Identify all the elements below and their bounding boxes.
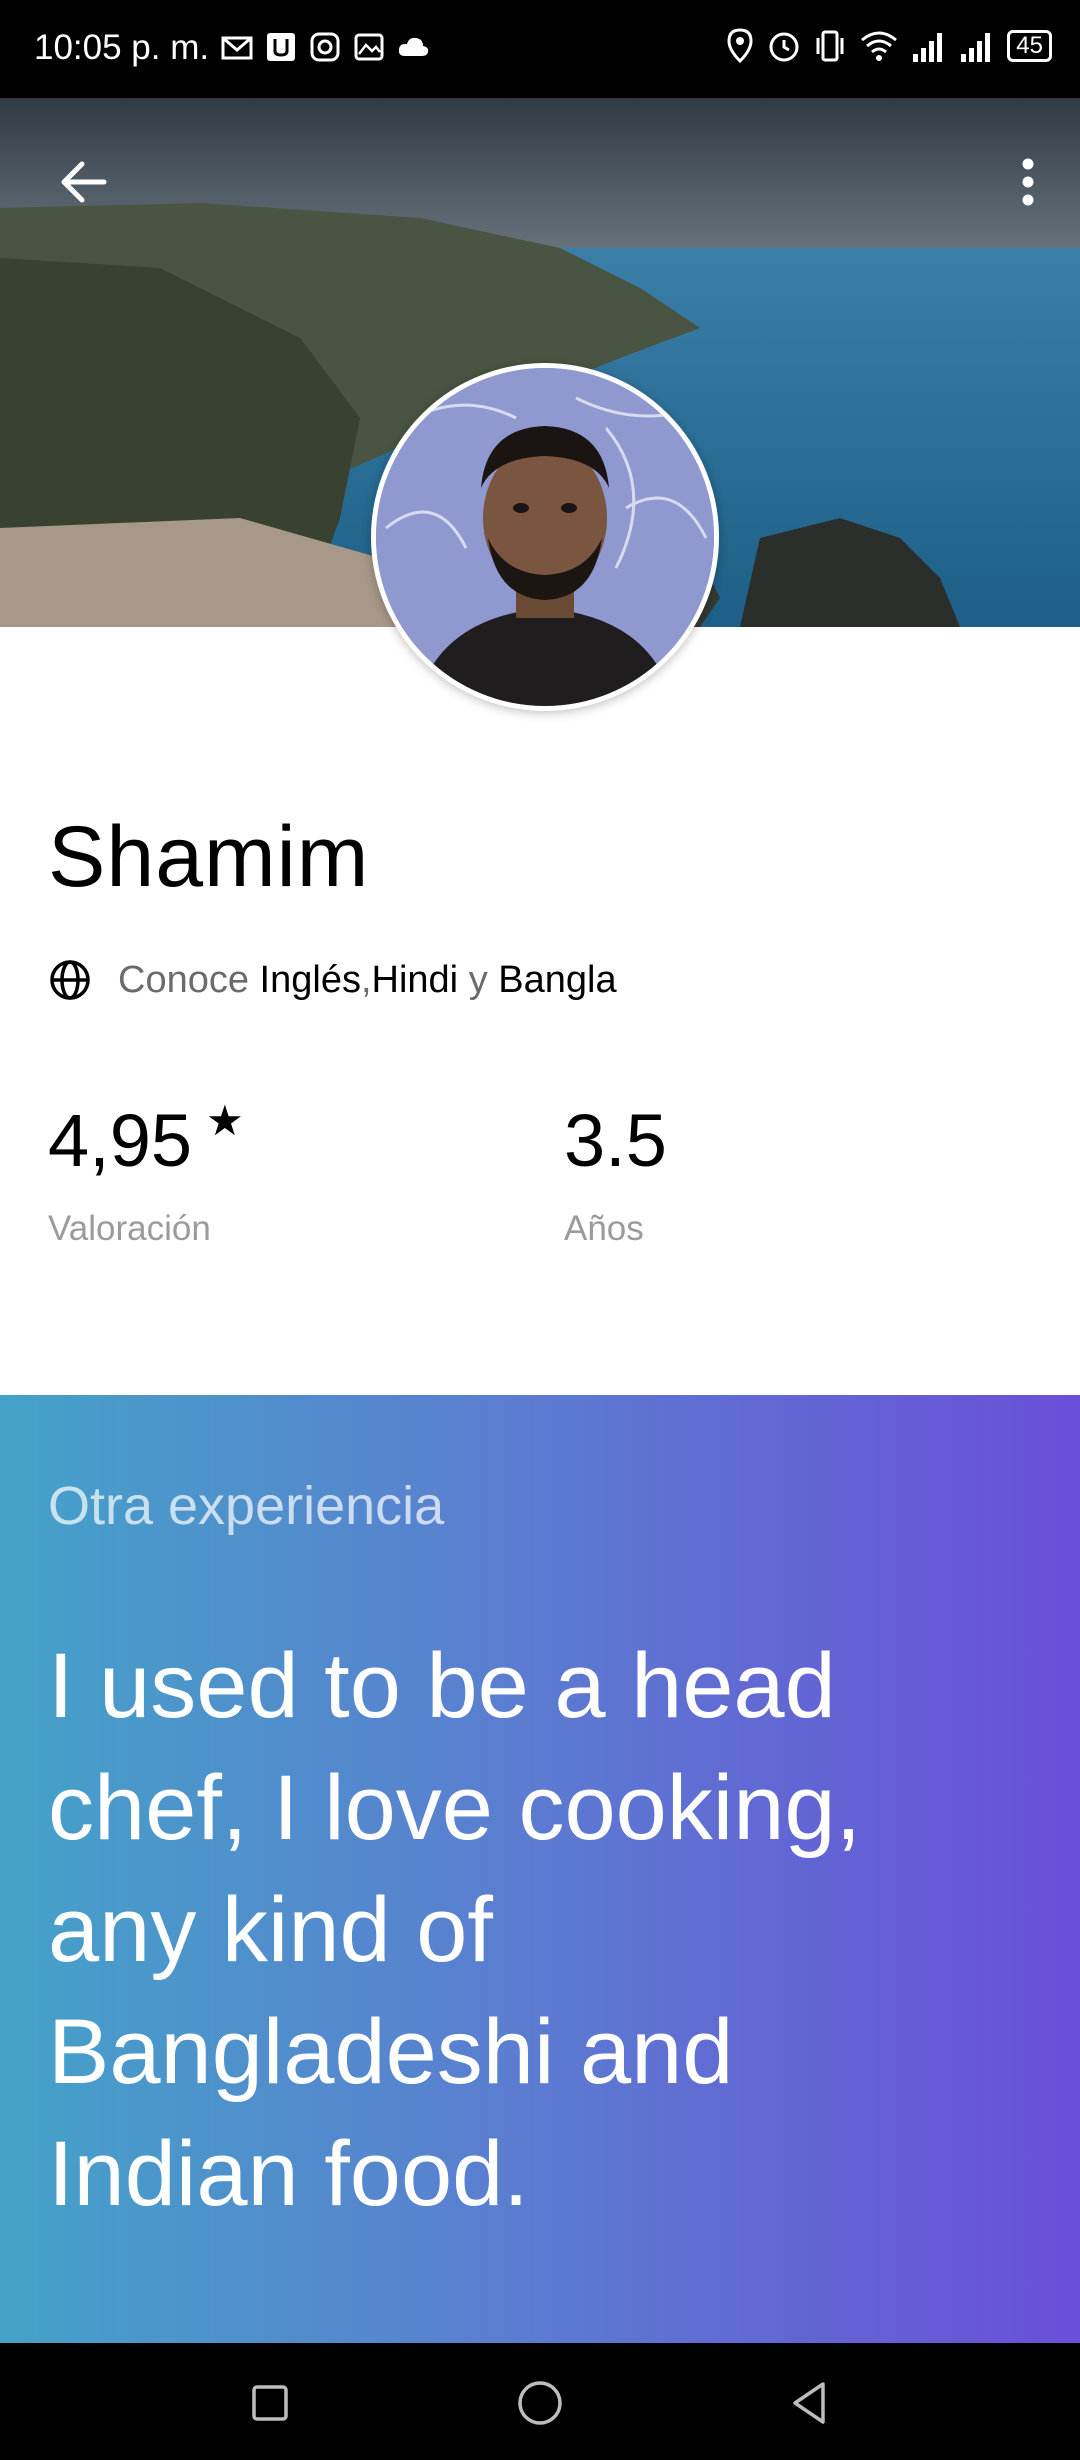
nav-home-icon[interactable] (515, 2378, 565, 2428)
more-vert-icon[interactable] (996, 150, 1060, 214)
system-navigation-bar (0, 2343, 1080, 2460)
rating-label: Valoración (48, 1209, 211, 1248)
alarm-icon (769, 32, 799, 62)
rating-stat: 4,95 ★ Valoración (48, 1097, 244, 1249)
star-icon: ★ (206, 1097, 244, 1144)
rating-value: 4,95 (48, 1099, 193, 1182)
signal-icon-1 (913, 33, 943, 62)
wifi-icon (861, 31, 898, 61)
gallery-icon (354, 33, 384, 61)
status-time: 10:05 p. m. (34, 28, 210, 67)
other-experience-text: I used to be a head chef, I love cooking… (48, 1635, 862, 2225)
languages-prefix: Conoce (118, 958, 249, 1001)
driver-name: Shamim (48, 809, 370, 905)
signal-icon-2 (961, 33, 991, 62)
nav-recents-icon[interactable] (245, 2378, 295, 2428)
nav-back-icon[interactable] (785, 2378, 835, 2428)
other-experience-card: Otra experiencia I used to be a head che… (0, 1395, 1080, 2343)
battery-indicator: 45 (1007, 30, 1052, 62)
location-icon (727, 28, 753, 64)
cloud-icon (398, 37, 429, 56)
language-item: Hindi (371, 958, 459, 1001)
notification-icons (220, 30, 430, 64)
years-value: 3.5 (564, 1099, 667, 1182)
language-separator: y (468, 958, 488, 1001)
language-item: Inglés (259, 958, 361, 1001)
years-stat: 3.5 Años (564, 1098, 667, 1249)
instagram-icon (310, 32, 340, 62)
language-item: Bangla (498, 958, 617, 1001)
languages-row: Conoce Inglés , Hindi y Bangla (48, 958, 617, 1002)
language-separator: , (360, 958, 372, 1001)
system-icons: 45 (725, 28, 1052, 64)
uber-notification-icon (267, 33, 295, 61)
vibrate-icon (816, 30, 844, 62)
globe-icon (50, 960, 90, 1000)
status-bar: 10:05 p. m. 45 (0, 0, 1080, 98)
years-label: Años (564, 1209, 644, 1248)
back-arrow-icon[interactable] (52, 150, 116, 214)
gmail-icon (221, 36, 253, 60)
avatar (371, 363, 719, 711)
other-experience-label: Otra experiencia (48, 1476, 445, 1536)
